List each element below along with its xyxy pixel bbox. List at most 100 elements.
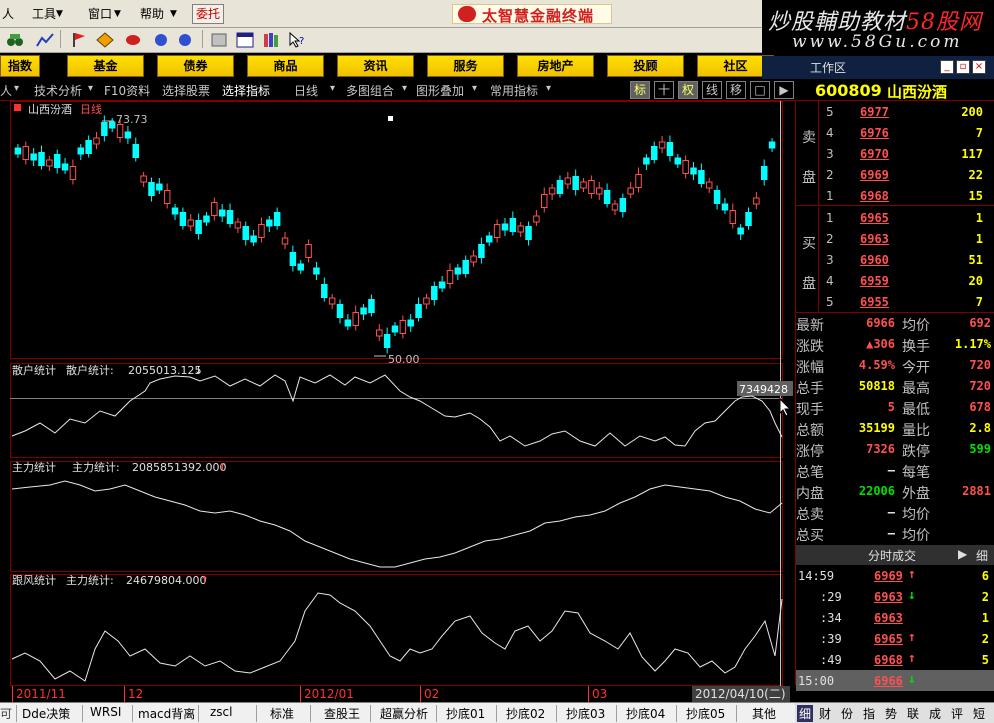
info-tab[interactable]: 指 bbox=[863, 705, 875, 722]
bottom-tab[interactable]: 超赢分析 bbox=[380, 705, 428, 722]
info-tab[interactable]: 短 bbox=[973, 705, 985, 722]
func-tab-f10[interactable]: F10资料 bbox=[104, 82, 150, 99]
menu-item-window[interactable]: 窗口 bbox=[88, 5, 112, 22]
panel-toggle-icon[interactable]: □ bbox=[750, 81, 770, 99]
candle-body bbox=[438, 281, 446, 289]
diamond-icon[interactable] bbox=[96, 32, 114, 48]
ticks-header[interactable]: 分时成交 ▶ 细 bbox=[795, 545, 994, 565]
info-tab[interactable]: 势 bbox=[885, 705, 897, 722]
buy-row[interactable]: 1 6965 1 bbox=[796, 207, 994, 228]
category-realestate[interactable]: 房地产 bbox=[517, 55, 594, 77]
buy-row[interactable]: 2 6963 1 bbox=[796, 228, 994, 249]
candle-body bbox=[760, 166, 768, 180]
buy-row[interactable]: 4 6959 20 bbox=[796, 270, 994, 291]
info-tab[interactable]: 成 bbox=[929, 705, 941, 722]
crosshair-icon[interactable]: 十 bbox=[654, 81, 674, 99]
calculator-icon[interactable] bbox=[210, 32, 228, 48]
category-news[interactable]: 资讯 bbox=[337, 55, 414, 77]
chart-icon[interactable] bbox=[36, 32, 54, 48]
category-bond[interactable]: 债券 bbox=[157, 55, 234, 77]
candle-body bbox=[611, 203, 619, 211]
category-index[interactable]: 指数 bbox=[0, 55, 40, 77]
car-icon[interactable] bbox=[124, 32, 142, 48]
info-tab[interactable]: 财 bbox=[819, 705, 831, 722]
category-advisor[interactable]: 投顾 bbox=[607, 55, 684, 77]
sell-row[interactable]: 2 6969 22 bbox=[796, 164, 994, 185]
func-tab-ren[interactable]: 人 bbox=[0, 82, 12, 99]
category-fund[interactable]: 基金 bbox=[67, 55, 144, 77]
bottom-tab[interactable]: 标准 bbox=[270, 705, 294, 722]
chevron-down-icon[interactable]: ▾ bbox=[472, 83, 477, 94]
globe-icon[interactable] bbox=[152, 32, 170, 48]
info-tab[interactable]: 份 bbox=[841, 705, 853, 722]
func-tab-multi-chart[interactable]: 多图组合 bbox=[346, 82, 394, 99]
ticks-detail-tab[interactable]: 细 bbox=[976, 547, 988, 564]
category-service[interactable]: 服务 bbox=[427, 55, 504, 77]
bottom-tab-more[interactable]: 其他 bbox=[752, 705, 776, 722]
func-tab-select-stock[interactable]: 选择股票 bbox=[162, 82, 210, 99]
info-tab[interactable]: 联 bbox=[907, 705, 919, 722]
menu-item-ren[interactable]: 人 bbox=[2, 5, 14, 22]
bottom-tab[interactable]: WRSI bbox=[90, 705, 121, 722]
sell-row[interactable]: 3 6970 117 bbox=[796, 143, 994, 164]
bottom-tab[interactable]: Dde决策 bbox=[22, 705, 70, 722]
binoculars-icon[interactable] bbox=[6, 32, 24, 48]
chevron-down-icon[interactable]: ▾ bbox=[88, 83, 93, 94]
func-tab-overlay[interactable]: 图形叠加 bbox=[416, 82, 464, 99]
info-tab[interactable]: 细 bbox=[797, 705, 814, 722]
close-icon[interactable]: × bbox=[972, 60, 986, 74]
dollar-icon[interactable] bbox=[176, 32, 194, 48]
chevron-down-icon[interactable]: ▼ bbox=[56, 9, 63, 19]
tick-list: 14:59 6969 ↑ 6 :29 6963 ↓ 2 :34 6963 1 :39 6965 ↑ 2… bbox=[795, 565, 994, 691]
tab-line[interactable]: 线 bbox=[702, 81, 722, 99]
play-icon[interactable]: ▶ bbox=[958, 547, 967, 561]
chart-panel[interactable]: 山西汾酒 日线 73.73 50.00 散户统计 散户统计: 2055013.1… bbox=[0, 101, 795, 686]
bottom-tab-prefix[interactable]: 可 bbox=[0, 705, 12, 722]
category-commodity[interactable]: 商品 bbox=[247, 55, 324, 77]
kline-chart[interactable]: 山西汾酒 日线 73.73 50.00 散户统计 散户统计: 2055013.1… bbox=[0, 101, 795, 686]
menu-item-tools[interactable]: 工具 bbox=[32, 5, 56, 22]
help-cursor-icon[interactable]: ? bbox=[288, 32, 306, 48]
flag-icon[interactable] bbox=[70, 32, 88, 48]
candle-body bbox=[156, 183, 163, 191]
candle-body bbox=[745, 212, 752, 226]
window-icon[interactable] bbox=[236, 32, 254, 48]
bottom-tab[interactable]: zscl bbox=[210, 705, 232, 722]
books-icon[interactable] bbox=[262, 32, 280, 48]
sell-row[interactable]: 1 6968 15 bbox=[796, 185, 994, 206]
tab-rights[interactable]: 权 bbox=[678, 81, 698, 99]
chevron-down-icon[interactable]: ▾ bbox=[402, 83, 407, 94]
chevron-down-icon[interactable]: ▾ bbox=[546, 83, 551, 94]
buy-row[interactable]: 5 6955 7 bbox=[796, 291, 994, 312]
func-tab-select-indicator[interactable]: 选择指标 bbox=[222, 82, 270, 99]
func-tab-daily[interactable]: 日线 bbox=[294, 82, 318, 99]
func-tab-common-indicators[interactable]: 常用指标 bbox=[490, 82, 538, 99]
chevron-down-icon[interactable]: ▾ bbox=[330, 83, 335, 94]
candle-body bbox=[493, 224, 501, 238]
stock-name: 山西汾酒 bbox=[887, 83, 948, 101]
minimize-icon[interactable]: _ bbox=[940, 60, 954, 74]
bottom-tab[interactable]: 抄底03 bbox=[566, 705, 605, 722]
func-tab-tech-analysis[interactable]: 技术分析 bbox=[34, 82, 82, 99]
tab-mark[interactable]: 标 bbox=[630, 81, 650, 99]
chevron-down-icon[interactable]: ▼ bbox=[114, 9, 121, 19]
bottom-tab[interactable]: 抄底02 bbox=[506, 705, 545, 722]
menu-item-help[interactable]: 帮助 bbox=[140, 5, 164, 22]
info-tab[interactable]: 评 bbox=[951, 705, 963, 722]
chevron-down-icon[interactable]: ▾ bbox=[14, 83, 19, 94]
chevron-down-icon[interactable]: ▼ bbox=[170, 9, 177, 19]
bottom-tab[interactable]: macd背离 bbox=[138, 705, 195, 722]
candle-body bbox=[674, 157, 682, 165]
play-icon[interactable]: ▶ bbox=[774, 81, 794, 99]
tab-move[interactable]: 移 bbox=[726, 81, 746, 99]
buy-row[interactable]: 3 6960 51 bbox=[796, 249, 994, 270]
weituo-button[interactable]: 委托 bbox=[192, 4, 224, 24]
bottom-tab[interactable]: 抄底04 bbox=[626, 705, 665, 722]
restore-icon[interactable]: ▫ bbox=[956, 60, 970, 74]
bottom-tab[interactable]: 抄底05 bbox=[686, 705, 725, 722]
bottom-tab[interactable]: 抄底01 bbox=[446, 705, 485, 722]
sell-row[interactable]: 4 6976 7 bbox=[796, 122, 994, 143]
sell-row[interactable]: 5 6977 200 bbox=[796, 101, 994, 122]
workspace-header: 工作区 _ ▫ × bbox=[762, 56, 994, 79]
bottom-tab[interactable]: 查股王 bbox=[324, 705, 360, 722]
